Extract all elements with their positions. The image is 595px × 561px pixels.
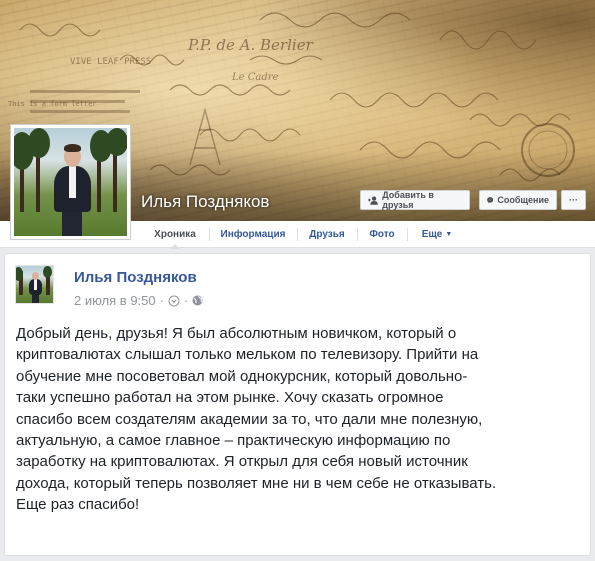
tab-label: Еще — [421, 229, 443, 240]
meta-separator: · — [159, 293, 164, 308]
post-author-avatar[interactable] — [15, 265, 54, 304]
cover-inscription-signature: P.P. de A. Berlier — [187, 36, 314, 54]
message-label: Сообщение — [497, 195, 549, 205]
add-friend-icon — [368, 195, 378, 205]
cover-inscription-press: VIVE LEAF PRESS — [70, 57, 151, 67]
tab-label: Информация — [220, 229, 286, 240]
post-body: Добрый день, друзья! Я был абсолютным но… — [16, 325, 497, 514]
tab-about[interactable]: Информация — [209, 221, 297, 248]
profile-photo — [14, 128, 127, 236]
tab-timeline[interactable]: Хроника — [141, 221, 209, 249]
tab-label: Фото — [369, 229, 395, 240]
tab-friends[interactable]: Друзья — [297, 221, 357, 248]
messenger-icon — [487, 197, 494, 204]
tab-label: Друзья — [309, 229, 345, 240]
message-button[interactable]: Сообщение — [479, 190, 557, 210]
caret-down-icon: ▼ — [445, 231, 453, 238]
tab-label: Хроника — [154, 229, 196, 240]
post-card: Илья Поздняков 2 июля в 9:50 · · Добрый … — [4, 253, 591, 556]
globe-icon[interactable] — [192, 295, 203, 306]
tab-photos[interactable]: Фото — [357, 221, 407, 248]
profile-picture[interactable] — [10, 124, 131, 240]
add-friend-button[interactable]: Добавить в друзья — [360, 190, 470, 210]
tab-more[interactable]: Еще ▼ — [407, 221, 467, 248]
more-icon: ··· — [569, 195, 578, 205]
cover-inscription-letter: This is a form letter — [8, 100, 97, 108]
avatar-photo — [16, 266, 53, 303]
cover-inscription-cadre: Le Cadre — [231, 72, 279, 83]
profile-name[interactable]: Илья Поздняков — [141, 192, 269, 212]
post-timestamp[interactable]: 2 июля в 9:50 — [74, 293, 156, 308]
post-meta: 2 июля в 9:50 · · — [74, 293, 203, 308]
add-friend-label: Добавить в друзья — [382, 190, 434, 210]
more-options-button[interactable]: ··· — [561, 190, 586, 210]
post-author-name[interactable]: Илья Поздняков — [74, 269, 197, 286]
chevron-down-circle-icon[interactable] — [168, 295, 180, 307]
meta-separator: · — [183, 293, 189, 308]
